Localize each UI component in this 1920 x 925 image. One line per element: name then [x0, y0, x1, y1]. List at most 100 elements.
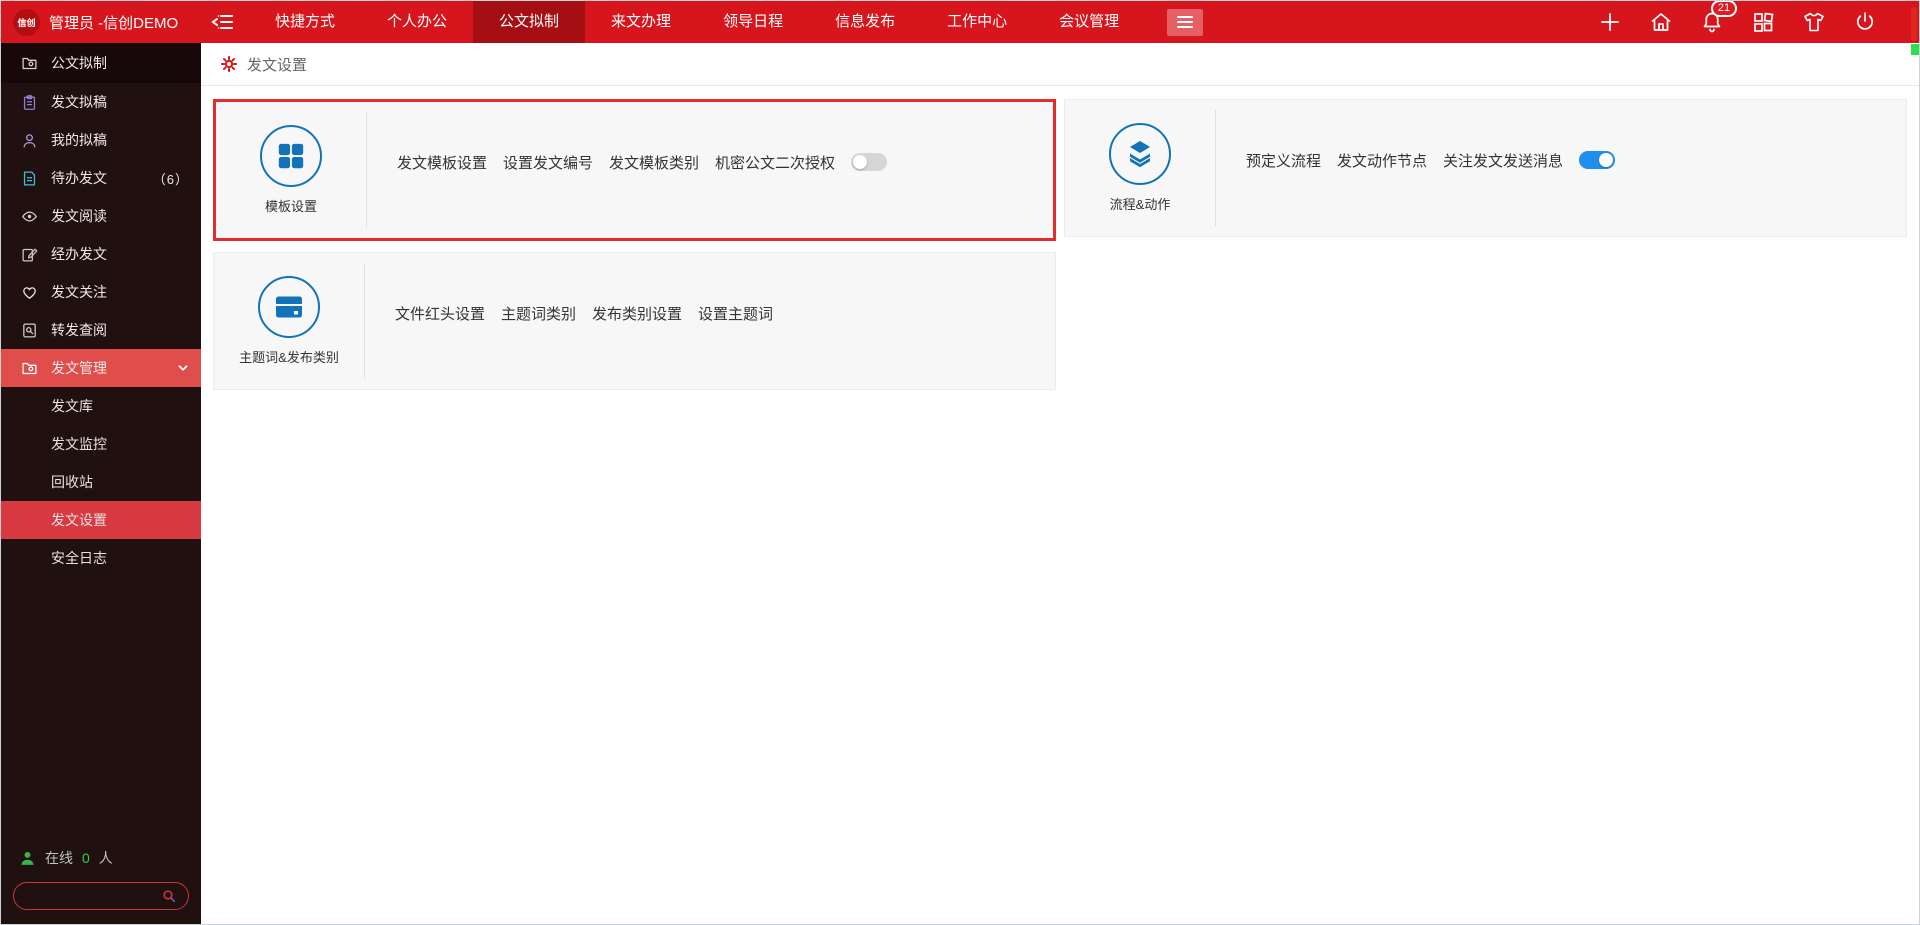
sidebar-subitem-recycle-bin[interactable]: 回收站: [1, 463, 201, 501]
grid-squares-icon: [260, 125, 322, 187]
online-count: 0: [82, 850, 90, 866]
edit-icon: [21, 246, 38, 263]
sidebar-item-label: 发文管理: [51, 360, 107, 376]
page-title: 发文设置: [247, 56, 308, 74]
sidebar-subitem-label: 发文库: [51, 398, 93, 414]
search-icon[interactable]: [161, 888, 177, 904]
card-icon-block: 主题词&发布类别: [214, 253, 364, 389]
sidebar-collapse-button[interactable]: [211, 10, 235, 34]
app-logo: 信创: [13, 8, 40, 36]
sidebar-item-document-drafting[interactable]: 公文拟制: [1, 43, 201, 83]
folder-icon: [21, 360, 38, 377]
file-icon: [21, 170, 38, 187]
tab-personal-office[interactable]: 个人办公: [361, 1, 473, 43]
notifications-button[interactable]: 21: [1700, 1, 1737, 34]
card-links: 文件红头设置 主题词类别 发布类别设置 设置主题词: [365, 253, 1055, 389]
scrollbar-green-marker: [1911, 44, 1919, 55]
logout-power-button[interactable]: [1853, 10, 1877, 34]
toggle-knob: [853, 155, 868, 169]
apps-grid-button[interactable]: [1751, 10, 1775, 34]
sidebar-subitem-document-monitor[interactable]: 发文监控: [1, 425, 201, 463]
tab-incoming-docs[interactable]: 来文办理: [585, 1, 697, 43]
gear-icon: [220, 55, 238, 73]
link-document-template-settings[interactable]: 发文模板设置: [397, 152, 487, 173]
sidebar-item-label: 发文拟稿: [51, 94, 107, 110]
link-red-header-settings[interactable]: 文件红头设置: [395, 303, 485, 324]
sidebar-item-label: 我的拟稿: [51, 132, 107, 148]
app-window: 信创 管理员 -信创DEMO 快捷方式 个人办公 公文拟制 来文办理 领导日程 …: [0, 0, 1920, 925]
confidential-second-auth-toggle[interactable]: [851, 153, 888, 171]
user-icon: [21, 132, 38, 149]
link-template-category[interactable]: 发文模板类别: [609, 152, 699, 173]
breadcrumb: 发文设置: [201, 43, 1919, 86]
eye-icon: [21, 208, 38, 225]
sidebar-item-label: 公文拟制: [51, 55, 107, 71]
sidebar-subitem-document-library[interactable]: 发文库: [1, 387, 201, 425]
more-modules-button[interactable]: [1167, 8, 1204, 36]
link-confidential-second-auth[interactable]: 机密公文二次授权: [715, 152, 835, 173]
sidebar-item-pending-documents[interactable]: 待办发文 （6）: [1, 159, 201, 197]
sidebar-item-label: 待办发文: [51, 170, 107, 186]
link-publish-category-settings[interactable]: 发布类别设置: [592, 303, 682, 324]
tab-document-drafting[interactable]: 公文拟制: [473, 1, 586, 43]
online-person-icon: [19, 850, 36, 867]
doc-search-icon: [21, 322, 38, 339]
tab-meeting-management[interactable]: 会议管理: [1033, 1, 1145, 43]
card-icon-block: 流程&动作: [1065, 100, 1215, 236]
sidebar-item-label: 经办发文: [51, 246, 107, 262]
link-document-action-nodes[interactable]: 发文动作节点: [1337, 150, 1427, 171]
notification-count-badge: 21: [1711, 1, 1737, 17]
clipboard-icon: [21, 94, 38, 111]
settings-cards-grid: 模板设置 发文模板设置 设置发文编号 发文模板类别 机密公文二次授权 流程&动作…: [201, 86, 1919, 403]
logged-in-user-label: 管理员 -信创DEMO: [49, 14, 179, 32]
sidebar-item-label: 发文关注: [51, 284, 107, 300]
link-predefined-process[interactable]: 预定义流程: [1246, 150, 1321, 171]
card-title: 模板设置: [264, 199, 317, 214]
follow-send-message-toggle[interactable]: [1579, 151, 1616, 169]
top-navigation-bar: 信创 管理员 -信创DEMO 快捷方式 个人办公 公文拟制 来文办理 领导日程 …: [1, 1, 1919, 43]
card-title: 流程&动作: [1109, 197, 1171, 212]
main-content: 发文设置 模板设置 发文模板设置 设置发文编号 发文模板类别 机密公文二次授权 …: [201, 43, 1919, 924]
sidebar-subitem-security-log[interactable]: 安全日志: [1, 539, 201, 577]
sidebar-subitem-label: 回收站: [51, 474, 93, 490]
pending-count-badge: （6）: [152, 171, 189, 187]
tab-work-center[interactable]: 工作中心: [921, 1, 1033, 43]
sidebar-item-draft-document[interactable]: 发文拟稿: [1, 83, 201, 121]
sidebar-subitem-label: 发文设置: [51, 512, 107, 528]
sidebar-item-my-drafts[interactable]: 我的拟稿: [1, 121, 201, 159]
tab-info-publish[interactable]: 信息发布: [809, 1, 921, 43]
sidebar-item-document-management[interactable]: 发文管理: [1, 349, 201, 387]
left-sidebar: 公文拟制 发文拟稿 我的拟稿 待办发文 （6） 发文阅读 经办发文 发文关注 转…: [1, 43, 201, 924]
sidebar-item-forward-review[interactable]: 转发查阅: [1, 311, 201, 349]
sidebar-item-document-reading[interactable]: 发文阅读: [1, 197, 201, 235]
brand-area: 信创 管理员 -信创DEMO: [1, 8, 201, 36]
link-set-document-number[interactable]: 设置发文编号: [503, 152, 593, 173]
sidebar-search-input[interactable]: [25, 888, 161, 904]
sidebar-item-document-follow[interactable]: 发文关注: [1, 273, 201, 311]
sidebar-search-box[interactable]: [13, 882, 189, 910]
link-keyword-category[interactable]: 主题词类别: [501, 303, 576, 324]
module-tabs: 快捷方式 个人办公 公文拟制 来文办理 领导日程 信息发布 工作中心 会议管理: [249, 1, 1145, 43]
card-links: 预定义流程 发文动作节点 关注发文发送消息: [1216, 100, 1906, 236]
tab-quick-access[interactable]: 快捷方式: [249, 1, 361, 43]
collapse-menu-icon: [211, 10, 235, 34]
card-template-settings: 模板设置 发文模板设置 设置发文编号 发文模板类别 机密公文二次授权: [213, 99, 1056, 241]
page-scrollbar-thumb[interactable]: [1911, 7, 1917, 41]
layers-icon: [1109, 123, 1171, 185]
topbar-action-icons: 21: [1598, 1, 1919, 34]
theme-skin-button[interactable]: [1802, 10, 1826, 34]
online-users-status: 在线 0 人: [19, 848, 113, 868]
sidebar-item-handled-documents[interactable]: 经办发文: [1, 235, 201, 273]
online-label: 在线: [45, 850, 73, 866]
link-follow-send-message[interactable]: 关注发文发送消息: [1443, 150, 1563, 171]
sidebar-subitem-label: 发文监控: [51, 436, 107, 452]
online-suffix: 人: [98, 850, 113, 866]
sidebar-subitem-document-settings[interactable]: 发文设置: [1, 501, 201, 539]
add-button[interactable]: [1598, 10, 1622, 34]
link-set-keywords[interactable]: 设置主题词: [698, 303, 773, 324]
sidebar-subitem-label: 安全日志: [51, 550, 107, 566]
tab-leader-schedule[interactable]: 领导日程: [697, 1, 809, 43]
home-button[interactable]: [1649, 10, 1673, 34]
hamburger-menu-icon: [1175, 14, 1195, 30]
card-links: 发文模板设置 设置发文编号 发文模板类别 机密公文二次授权: [367, 102, 1053, 238]
